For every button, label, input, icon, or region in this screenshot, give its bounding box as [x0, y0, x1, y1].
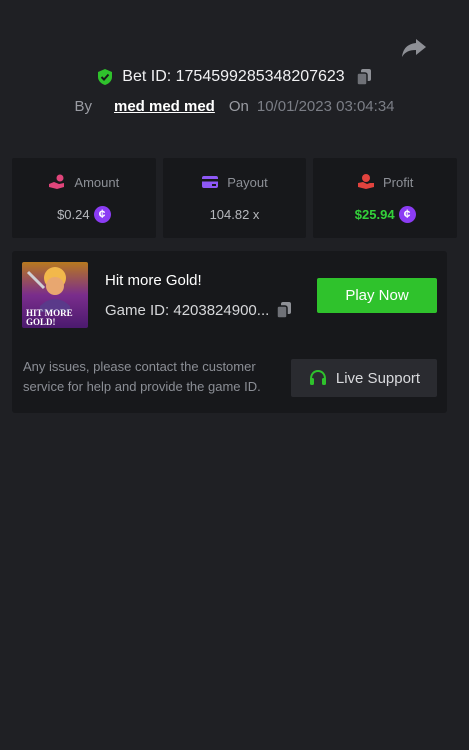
play-now-button[interactable]: Play Now	[317, 278, 437, 313]
headset-icon	[309, 369, 326, 385]
coin-icon: ¢	[93, 205, 111, 223]
payout-value: 104.82 x	[209, 206, 260, 222]
share-icon	[402, 39, 426, 57]
money-hand-icon	[358, 174, 374, 189]
hand-coin-icon	[49, 174, 65, 189]
bet-id-row: Bet ID: 1754599285348207623	[0, 68, 469, 86]
bet-meta-row: By med med med On 10/01/2023 03:04:34	[0, 98, 469, 115]
thumbnail-title-line2: GOLD!	[26, 317, 56, 327]
profit-stat: Profit $25.94 ¢	[313, 158, 458, 238]
card-icon	[202, 176, 219, 188]
bet-stats: Amount $0.24 ¢ Payout 104.82 x Profit $2…	[12, 158, 458, 238]
bet-id-text: Bet ID: 1754599285348207623	[122, 68, 345, 85]
on-label: On	[228, 98, 249, 115]
bet-datetime: 10/01/2023 03:04:34	[256, 98, 395, 115]
username-link[interactable]: med med med	[114, 98, 215, 115]
profit-value: $25.94	[354, 206, 395, 222]
live-support-button[interactable]: Live Support	[291, 359, 437, 397]
by-label: By	[74, 98, 92, 115]
copy-icon[interactable]	[355, 68, 373, 86]
game-id-row: Game ID: 4203824900...	[105, 301, 293, 319]
profit-label: Profit	[383, 174, 414, 190]
live-support-label: Live Support	[335, 369, 421, 387]
amount-stat: Amount $0.24 ¢	[12, 158, 156, 238]
bet-details-page: Bet ID: 1754599285348207623 By med med m…	[0, 0, 469, 750]
shield-check-icon	[98, 69, 113, 85]
game-card: HIT MORE GOLD! Hit more Gold! Game ID: 4…	[12, 251, 447, 413]
copy-icon[interactable]	[275, 301, 293, 319]
payout-stat: Payout 104.82 x	[162, 158, 307, 238]
support-help-text: Any issues, please contact the customer …	[23, 359, 261, 394]
game-thumbnail[interactable]: HIT MORE GOLD!	[22, 262, 88, 328]
share-button[interactable]	[400, 36, 428, 60]
game-title[interactable]: Hit more Gold!	[105, 272, 202, 289]
payout-label: Payout	[227, 174, 268, 190]
game-id-text: Game ID: 4203824900...	[105, 301, 270, 319]
amount-value: $0.24	[57, 206, 90, 222]
coin-icon: ¢	[398, 205, 416, 223]
amount-label: Amount	[74, 174, 120, 190]
